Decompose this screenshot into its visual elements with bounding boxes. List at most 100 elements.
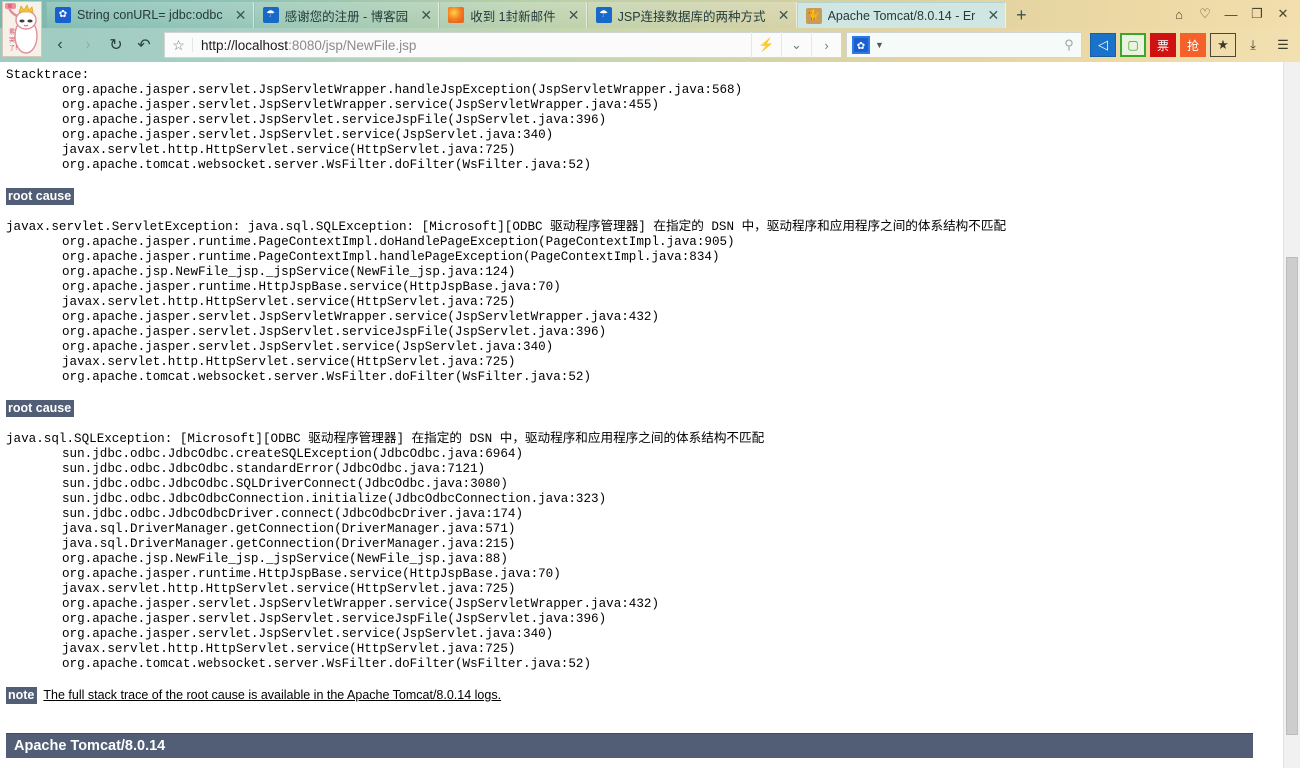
stack-frame: sun.jdbc.odbc.JdbcOdbc.standardError(Jdb… [62,462,486,476]
close-icon[interactable]: ✕ [1270,1,1296,27]
crop-icon[interactable]: ▢ [1120,33,1146,57]
lightning-icon[interactable]: ⚡ [751,32,781,58]
stack-frame: org.apache.jsp.NewFile_jsp._jspService(N… [62,265,516,279]
browser-tab-4[interactable]: ☂ JSP连接数据库的两种方式 ✕ [586,2,797,28]
back-button[interactable]: ‹ [46,30,74,60]
tab-close-icon[interactable]: ✕ [566,7,582,24]
tomcat-icon: 🐈 [805,7,822,24]
address-bar[interactable]: ☆ http://localhost:8080/jsp/NewFile.jsp … [164,32,842,58]
stack-frame: javax.servlet.http.HttpServlet.service(H… [62,295,516,309]
tab-close-icon[interactable]: ✕ [233,7,249,24]
note-row: note The full stack trace of the root ca… [6,687,1283,704]
reload-button[interactable]: ↻ [102,30,130,60]
stack-frame: org.apache.jasper.runtime.HttpJspBase.se… [62,280,561,294]
blog-icon: ☂ [595,7,612,23]
address-extra-buttons: ⚡ ⌄ › [751,32,841,58]
grab-icon[interactable]: 抢 [1180,33,1206,57]
tab-title: 感谢您的注册 - 博客园 [284,9,409,24]
note-tag: note [6,687,38,704]
url-path: :8080/jsp/NewFile.jsp [288,37,417,53]
url-host: http://localhost [201,37,289,53]
new-tab-button[interactable]: + [1006,2,1036,28]
stack-frame: javax.servlet.http.HttpServlet.service(H… [62,143,516,157]
stacktrace-heading: Stacktrace: [6,68,90,82]
forward-button[interactable]: › [74,30,102,60]
ticket-icon[interactable]: 票 [1150,33,1176,57]
stack-frame: org.apache.jsp.NewFile_jsp._jspService(N… [62,552,508,566]
search-box[interactable]: ✿ ▼ ⚲ [846,32,1082,58]
svg-text:累: 累 [9,29,15,36]
window-controls: ⌂ ♡ — ❐ ✕ [1166,0,1296,28]
maximize-icon[interactable]: ❐ [1244,1,1270,27]
tab-title: 收到 1封新邮件 [470,9,556,24]
stack-frame: org.apache.jasper.servlet.JspServletWrap… [62,83,743,97]
stack-frame: org.apache.tomcat.websocket.server.WsFil… [62,158,592,172]
stack-frame: org.apache.jasper.runtime.HttpJspBase.se… [62,567,561,581]
download-icon[interactable]: ⤓ [1240,33,1266,57]
browser-window: 累 哭 了! ✿ String conURL= jdbc:odbc ✕ ☂ 感谢… [0,0,1300,768]
toolbar-icons: ◁ ▢ 票 抢 ★ ⤓ ☰ [1086,33,1300,57]
stack-frame: org.apache.jasper.servlet.JspServletWrap… [62,310,660,324]
stack-frame: java.sql.DriverManager.getConnection(Dri… [62,537,516,551]
error-content: Stacktrace: org.apache.jasper.servlet.Js… [0,62,1283,704]
scrollbar-thumb[interactable] [1286,257,1298,735]
tab-title: String conURL= jdbc:odbc [77,8,223,22]
stack-frame: org.apache.jasper.servlet.JspServlet.ser… [62,340,554,354]
stack-frame: org.apache.jasper.servlet.JspServlet.ser… [62,627,554,641]
stack-frame: org.apache.jasper.runtime.PageContextImp… [62,235,735,249]
favorites-icon[interactable]: ★ [1210,33,1236,57]
stack-frame: sun.jdbc.odbc.JdbcOdbcDriver.connect(Jdb… [62,507,524,521]
stack-frame: org.apache.jasper.servlet.JspServlet.ser… [62,128,554,142]
stack-frame: org.apache.jasper.servlet.JspServlet.ser… [62,113,607,127]
stack-frame: org.apache.jasper.servlet.JspServlet.ser… [62,612,607,626]
avatar[interactable]: 累 哭 了! [2,1,42,57]
tab-close-icon[interactable]: ✕ [985,7,1001,24]
chevron-down-icon[interactable]: ⌄ [781,32,811,58]
home-button[interactable]: ↶ [130,30,158,60]
stack-frame: org.apache.jasper.servlet.JspServletWrap… [62,98,660,112]
title-bar: 累 哭 了! ✿ String conURL= jdbc:odbc ✕ ☂ 感谢… [0,0,1300,57]
speaker-icon[interactable]: ◁ [1090,33,1116,57]
stack-frame: sun.jdbc.odbc.JdbcOdbc.SQLDriverConnect(… [62,477,508,491]
baidu-paw-icon[interactable]: ✿ [852,36,870,54]
note-text: The full stack trace of the root cause i… [43,688,502,702]
shirt-icon[interactable]: ♡ [1192,1,1218,27]
tab-strip: ✿ String conURL= jdbc:odbc ✕ ☂ 感谢您的注册 - … [46,0,1036,28]
menu-icon[interactable]: ☰ [1270,33,1296,57]
svg-text:了!: 了! [9,45,17,52]
mail-icon [448,7,465,23]
stack-frame: sun.jdbc.odbc.JdbcOdbcConnection.initial… [62,492,607,506]
bookmark-star-icon[interactable]: ☆ [165,38,193,52]
browser-tab-1[interactable]: ✿ String conURL= jdbc:odbc ✕ [46,2,254,28]
page-viewport: Stacktrace: org.apache.jasper.servlet.Js… [0,62,1300,768]
avatar-image: 累 哭 了! [3,2,41,56]
tab-title: JSP连接数据库的两种方式 [617,9,766,24]
root-cause-heading-1: root cause [6,188,75,205]
browser-tab-2[interactable]: ☂ 感谢您的注册 - 博客园 ✕ [253,2,440,28]
stack-frame: org.apache.tomcat.websocket.server.WsFil… [62,370,592,384]
stack-frame: javax.servlet.http.HttpServlet.service(H… [62,582,516,596]
paw-icon: ✿ [55,7,71,23]
stack-frame: sun.jdbc.odbc.JdbcOdbc.createSQLExceptio… [62,447,524,461]
vertical-scrollbar[interactable] [1283,62,1300,768]
stack-frame: org.apache.jasper.runtime.PageContextImp… [62,250,720,264]
tab-close-icon[interactable]: ✕ [418,7,434,24]
page-footer: Apache Tomcat/8.0.14 [6,734,1253,758]
browser-tab-3[interactable]: 收到 1封新邮件 ✕ [439,2,587,28]
tab-title: Apache Tomcat/8.0.14 - Er [827,8,976,23]
chevron-right-icon[interactable]: › [811,32,841,58]
url-text[interactable]: http://localhost:8080/jsp/NewFile.jsp [193,38,751,53]
stack-frame: org.apache.tomcat.websocket.server.WsFil… [62,657,592,671]
tab-close-icon[interactable]: ✕ [776,7,792,24]
root-cause-heading-2: root cause [6,400,75,417]
stack-frame: javax.servlet.http.HttpServlet.service(H… [62,642,516,656]
stack-frame: java.sql.DriverManager.getConnection(Dri… [62,522,516,536]
search-icon[interactable]: ⚲ [1057,37,1081,53]
chevron-down-icon[interactable]: ▼ [875,40,884,50]
minimize-icon[interactable]: — [1218,1,1244,27]
bag-icon[interactable]: ⌂ [1166,1,1192,27]
browser-tab-5[interactable]: 🐈 Apache Tomcat/8.0.14 - Er ✕ [796,2,1007,28]
